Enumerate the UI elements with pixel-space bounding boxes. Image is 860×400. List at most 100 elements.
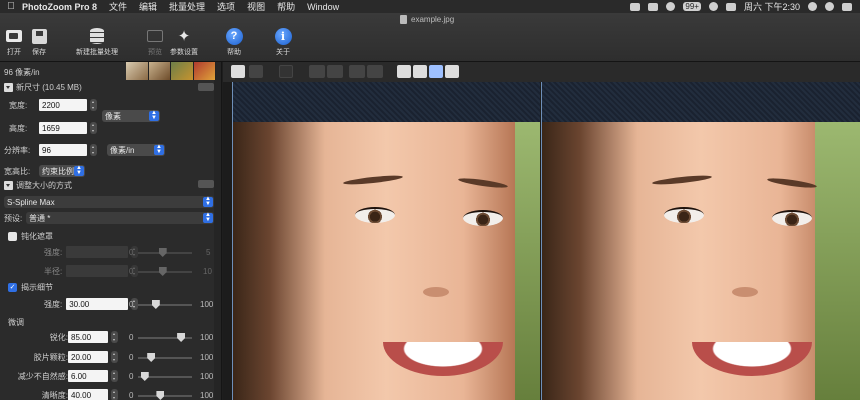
dropbox-icon[interactable] (630, 2, 641, 11)
reveal-detail-label: 揭示细节 (21, 282, 53, 292)
result-image-pane[interactable] (541, 82, 860, 400)
unsharp-mask-checkbox[interactable] (8, 231, 17, 241)
preset-select[interactable]: 普通 * ▲ ▼ (26, 212, 214, 224)
reveal-strength-field[interactable]: 30.00 (66, 298, 129, 310)
slider-thumb[interactable] (147, 353, 156, 362)
menu-file[interactable]: 文件 (109, 0, 127, 13)
menu-help[interactable]: 帮助 (277, 0, 295, 13)
help-label: 帮助 (227, 49, 241, 56)
new-batch-button[interactable]: 新建批量处理 (76, 27, 118, 57)
parameter-settings-button[interactable]: ✦ 参数设置 (170, 27, 198, 57)
height-field[interactable]: 1659 (39, 122, 87, 134)
search-icon[interactable] (808, 2, 817, 11)
clarity-field[interactable]: 40.00 (68, 389, 108, 400)
split-view-horizontal-button[interactable] (445, 65, 459, 78)
source-thumbnail[interactable] (126, 62, 216, 80)
method-select[interactable]: S-Spline Max ▲ ▼ (4, 196, 214, 208)
fit-view-button[interactable] (279, 65, 293, 78)
slider-thumb[interactable] (177, 333, 186, 342)
slider-thumb[interactable] (151, 300, 160, 309)
resize-method-options-button[interactable] (198, 180, 214, 188)
film-grain-stepper[interactable] (111, 351, 118, 363)
unsharp-mask-label: 钝化遮罩 (21, 231, 53, 241)
new-size-header[interactable]: 新尺寸 (10.45 MB) (4, 80, 82, 94)
about-button[interactable]: i 关于 (274, 27, 292, 57)
reveal-detail-checkbox[interactable]: ✓ (8, 282, 17, 292)
unsharp-strength-slider[interactable] (138, 248, 192, 257)
unsharp-strength-field[interactable] (66, 246, 129, 258)
resolution-unit-select[interactable]: 像素/in ▲ ▼ (107, 144, 165, 156)
menu-window[interactable]: Window (307, 2, 339, 12)
artifact-reduction-field[interactable]: 6.00 (68, 370, 108, 382)
resolution-stepper[interactable] (90, 144, 97, 156)
unit-select-row: 像素 ▲ ▼ (102, 109, 160, 123)
single-view-button[interactable] (397, 65, 411, 78)
film-grain-slider[interactable] (138, 353, 192, 362)
sharpen-slider[interactable] (138, 333, 192, 342)
film-grain-field[interactable]: 20.00 (68, 351, 108, 363)
flip-vertical-button[interactable] (327, 65, 343, 78)
aspect-select[interactable]: 约束比例 ▲ ▼ (39, 165, 85, 177)
hand-tool-button[interactable] (231, 65, 245, 78)
clock[interactable]: 周六 下午2:30 (744, 0, 800, 13)
artifact-row: 6.00 (68, 369, 118, 383)
image-preview-area (223, 62, 860, 400)
image-eye-left (355, 207, 395, 223)
control-center-icon[interactable] (842, 2, 852, 11)
battery-icon[interactable] (725, 2, 736, 11)
slider-thumb[interactable] (140, 372, 149, 381)
help-button[interactable]: ? 帮助 (225, 27, 243, 57)
unit-select[interactable]: 像素 ▲ ▼ (102, 110, 160, 122)
reveal-detail-row[interactable]: ✓ 揭示细节 (8, 280, 53, 294)
save-button[interactable]: 保存 (30, 27, 48, 57)
notification-icon[interactable] (666, 2, 676, 11)
split-view-side-button[interactable] (429, 65, 443, 78)
sharpen-stepper[interactable] (111, 331, 118, 343)
artifact-reduction-slider[interactable] (138, 372, 192, 381)
resize-method-header[interactable]: 调整大小的方式 (4, 178, 72, 192)
open-button[interactable]: 打开 (5, 27, 23, 57)
width-stepper[interactable] (90, 99, 97, 111)
crop-tool-button[interactable] (249, 65, 263, 78)
slider-thumb[interactable] (156, 391, 165, 400)
apple-menu-icon[interactable]:  (0, 1, 22, 12)
clarity-slider[interactable] (138, 391, 192, 400)
film-grain-min: 0 (129, 353, 134, 362)
collapse-icon[interactable] (4, 82, 13, 92)
siri-icon[interactable] (825, 2, 834, 11)
width-field[interactable]: 2200 (39, 99, 87, 111)
artifact-reduction-stepper[interactable] (111, 370, 118, 382)
menu-options[interactable]: 选项 (217, 0, 235, 13)
clarity-min: 0 (129, 391, 134, 400)
split-view-vertical-button[interactable] (413, 65, 427, 78)
resolution-field[interactable]: 96 (39, 144, 87, 156)
rotate-right-button[interactable] (367, 65, 383, 78)
cloud-icon[interactable] (648, 2, 659, 11)
collapse-icon[interactable] (4, 180, 13, 190)
app-menu[interactable]: PhotoZoom Pro 8 (22, 2, 97, 12)
artifact-reduction-min: 0 (129, 372, 134, 381)
unsharp-radius-field[interactable] (66, 265, 129, 277)
menu-view[interactable]: 视图 (247, 0, 265, 13)
menu-edit[interactable]: 编辑 (139, 0, 157, 13)
resolution-unit-value: 像素/in (110, 145, 135, 155)
slider-thumb[interactable] (158, 248, 167, 257)
flip-horizontal-button[interactable] (309, 65, 325, 78)
preview-button[interactable]: 预览 (146, 27, 164, 57)
sharpen-field[interactable]: 85.00 (68, 331, 108, 343)
rotate-left-button[interactable] (349, 65, 365, 78)
new-size-options-button[interactable] (198, 83, 214, 91)
clarity-stepper[interactable] (111, 389, 118, 400)
reveal-strength-slider[interactable] (138, 300, 192, 309)
preview-label: 预览 (148, 49, 162, 56)
height-stepper[interactable] (90, 122, 97, 134)
method-select-value: S-Spline Max (7, 197, 55, 207)
slider-thumb[interactable] (158, 267, 167, 276)
unsharp-radius-slider[interactable] (138, 267, 192, 276)
original-image-pane[interactable] (232, 82, 540, 400)
menu-batch[interactable]: 批量处理 (169, 0, 205, 13)
unsharp-mask-row[interactable]: 钝化遮罩 (8, 229, 53, 243)
wifi-icon[interactable] (708, 2, 718, 11)
panel-scrollbar[interactable] (214, 62, 221, 400)
select-arrow-icon: ▲ ▼ (203, 196, 213, 207)
